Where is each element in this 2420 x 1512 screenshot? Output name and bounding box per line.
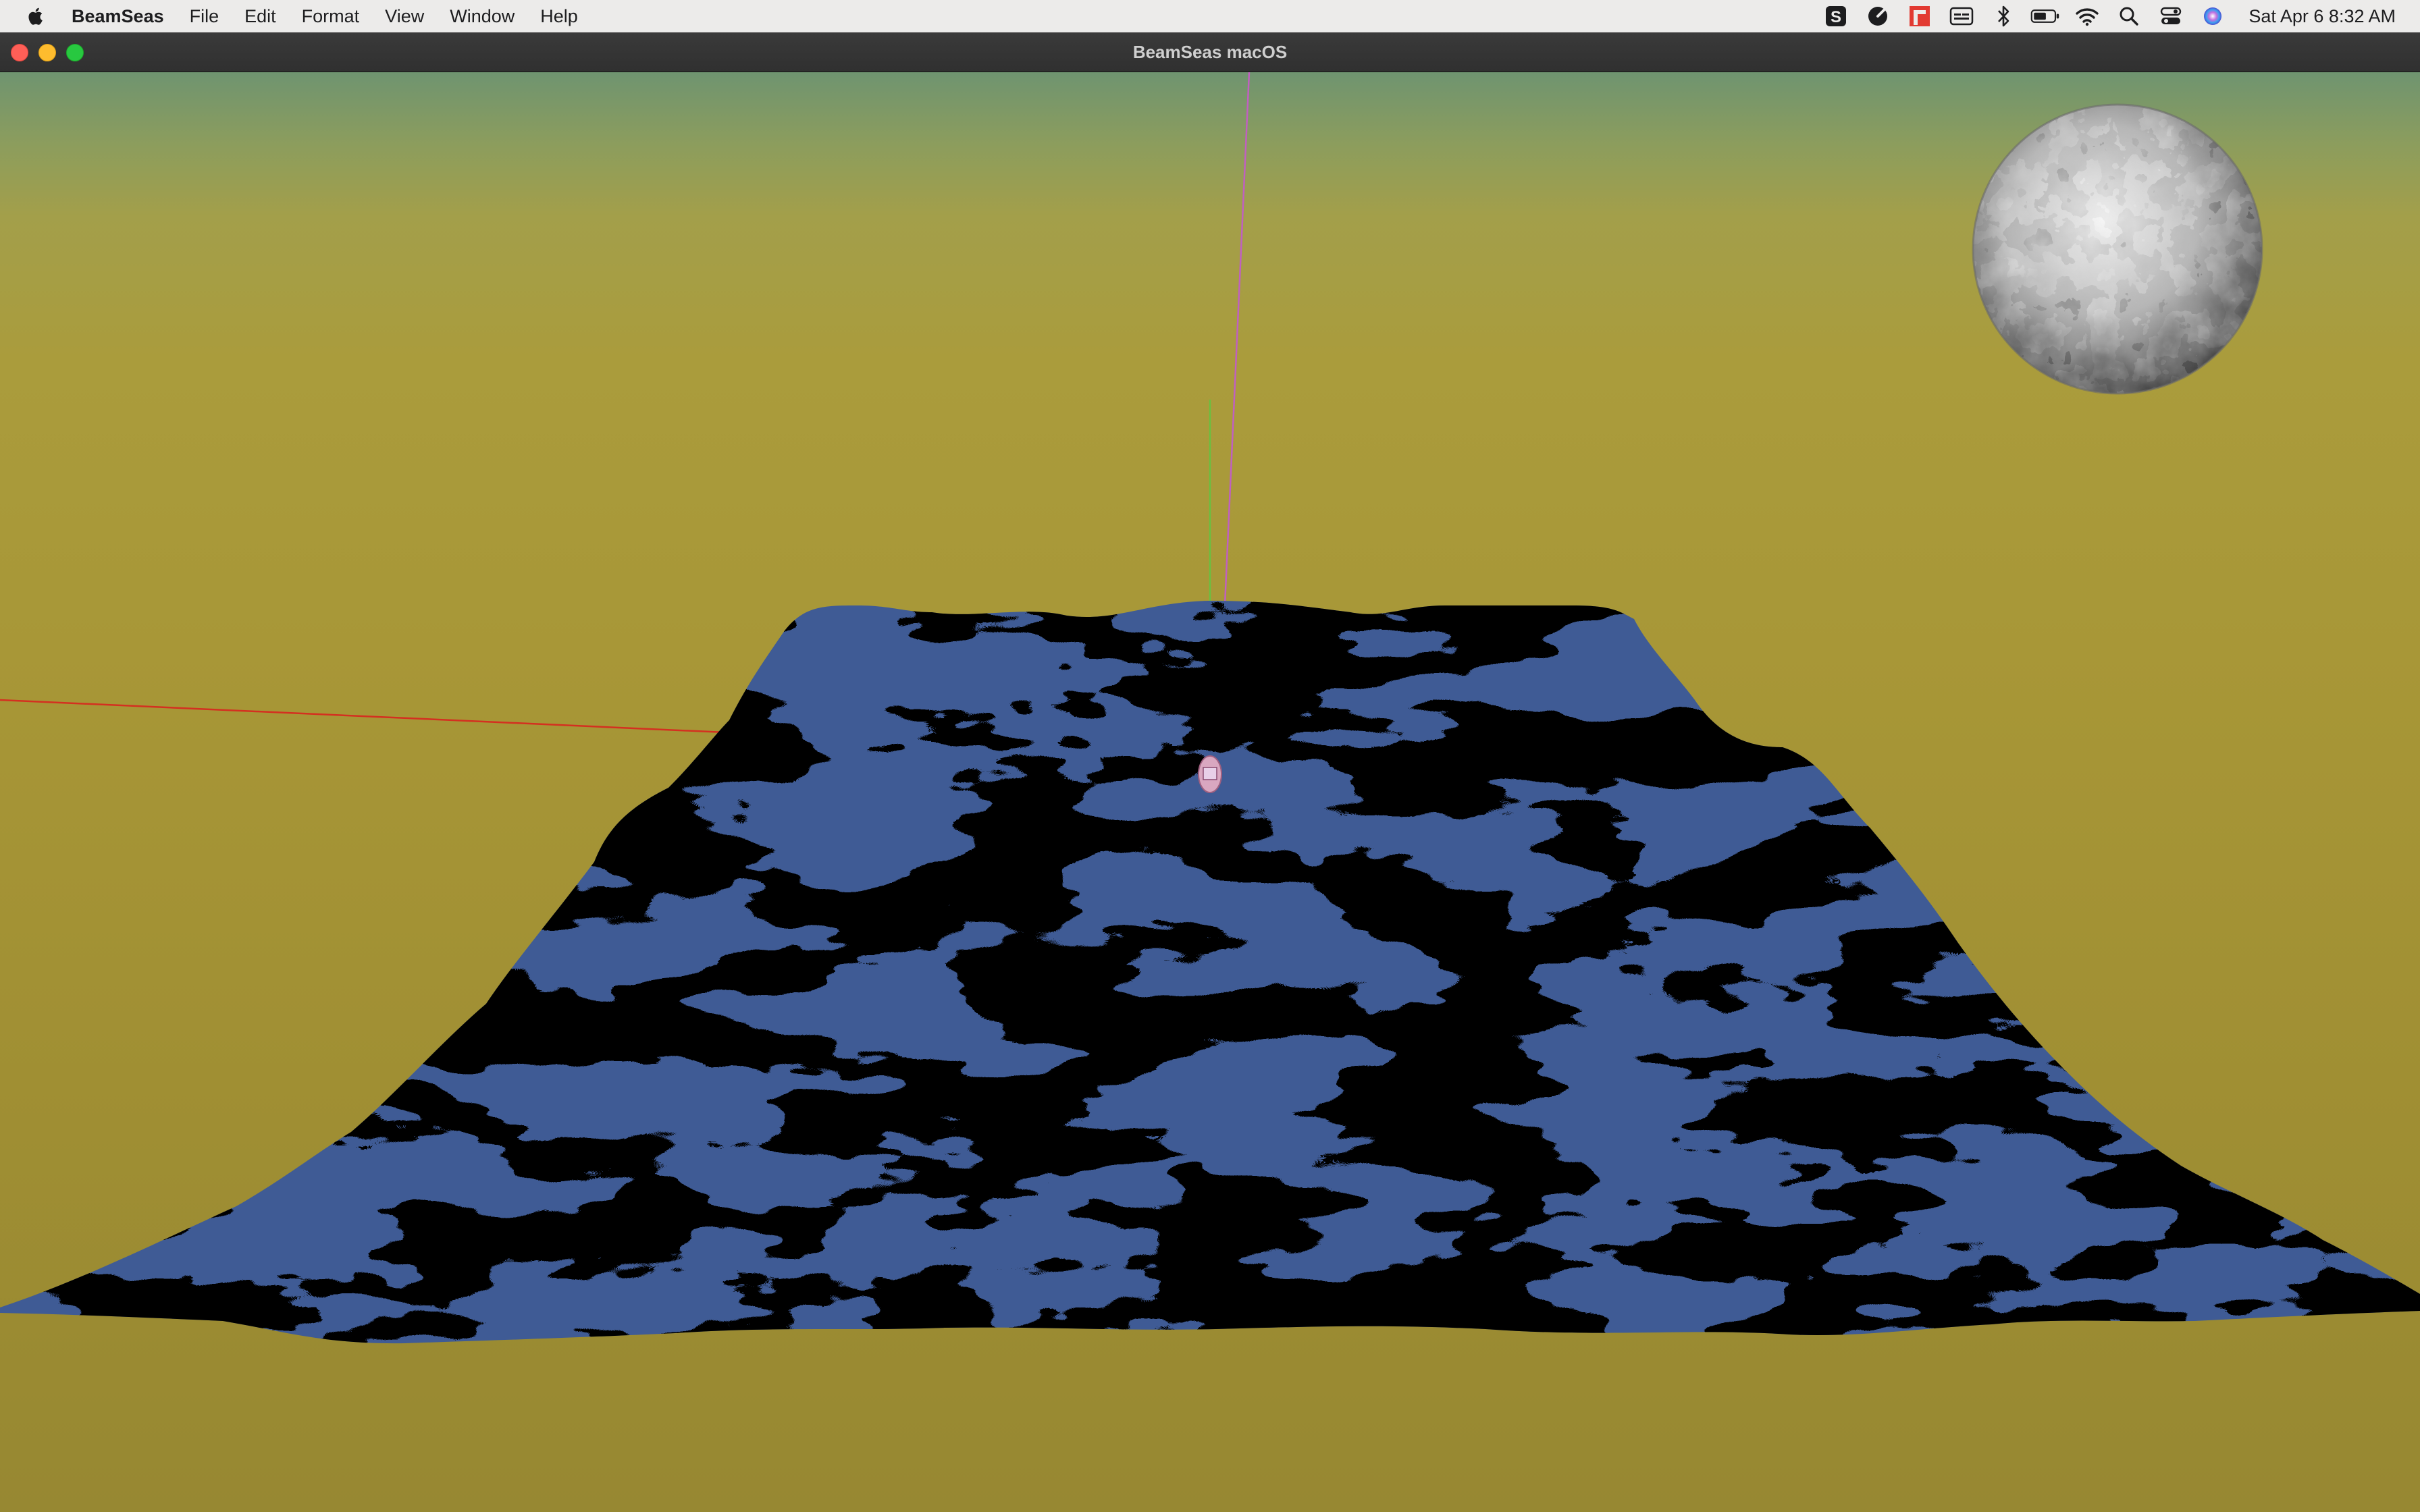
menu-app-name[interactable]: BeamSeas: [54, 6, 177, 27]
wifi-icon[interactable]: [2072, 0, 2102, 32]
zoom-window-button[interactable]: [66, 44, 84, 61]
window-title: BeamSeas macOS: [1132, 41, 1288, 62]
menu-edit[interactable]: Edit: [232, 6, 289, 27]
minimize-window-button[interactable]: [38, 44, 56, 61]
boat-model: [1198, 755, 1222, 793]
menu-file[interactable]: File: [177, 6, 232, 27]
red-app-icon[interactable]: [1905, 0, 1935, 32]
traffic-lights: [11, 44, 84, 61]
menu-view[interactable]: View: [372, 6, 437, 27]
menu-help[interactable]: Help: [527, 6, 591, 27]
scrobbles-icon[interactable]: S: [1821, 0, 1851, 32]
scene-viewport[interactable]: [0, 72, 2420, 1512]
app-window: BeamSeas macOS: [0, 32, 2420, 1512]
battery-icon[interactable]: [2030, 0, 2060, 32]
control-center-icon[interactable]: [2156, 0, 2186, 32]
captions-icon[interactable]: [1947, 0, 1976, 32]
speedometer-icon[interactable]: [1863, 0, 1893, 32]
moon-sphere: [1972, 103, 2263, 395]
scene-render: [0, 72, 2420, 1344]
menu-format[interactable]: Format: [289, 6, 373, 27]
svg-text:S: S: [1831, 8, 1841, 26]
siri-icon[interactable]: [2198, 0, 2228, 32]
status-area: S Sat Apr 6 8:32 AM: [1815, 0, 2420, 32]
menu-bar: BeamSeas File Edit Format View Window He…: [0, 0, 2420, 32]
close-window-button[interactable]: [11, 44, 28, 61]
menu-window[interactable]: Window: [437, 6, 527, 27]
bluetooth-icon[interactable]: [1989, 0, 2018, 32]
menubar-clock[interactable]: Sat Apr 6 8:32 AM: [2248, 6, 2396, 27]
sea-surface: [0, 601, 2420, 1344]
search-icon[interactable]: [2114, 0, 2144, 32]
apple-menu-icon[interactable]: [19, 5, 54, 27]
window-titlebar[interactable]: BeamSeas macOS: [0, 32, 2420, 72]
